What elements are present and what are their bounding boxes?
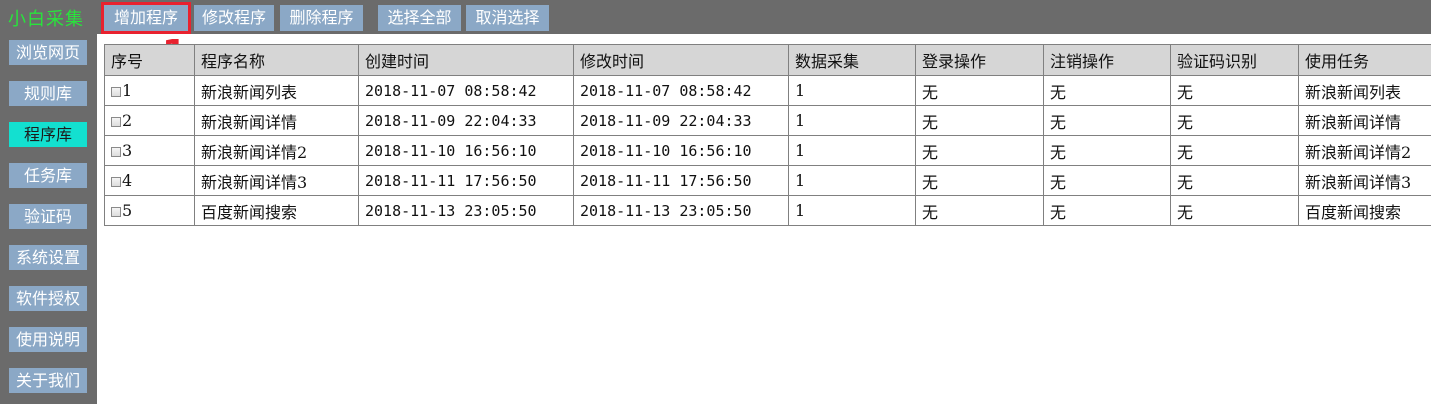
row-checkbox[interactable] [111, 207, 121, 217]
program-name-cell: 新浪新闻详情 [194, 105, 359, 136]
created-time-cell: 2018-11-13 23:05:50 [358, 195, 574, 226]
program-name-cell: 新浪新闻详情2 [194, 135, 359, 166]
table-row[interactable]: 5 百度新闻搜索 2018-11-13 23:05:50 2018-11-13 … [104, 195, 1431, 226]
row-id-cell: 1 [104, 75, 195, 106]
task-cell: 新浪新闻详情 [1298, 105, 1431, 136]
created-time-cell: 2018-11-09 22:04:33 [358, 105, 574, 136]
program-name-cell: 新浪新闻列表 [194, 75, 359, 106]
column-header[interactable]: 序号 [104, 44, 195, 76]
column-header[interactable]: 修改时间 [573, 44, 789, 76]
task-cell: 新浪新闻列表 [1298, 75, 1431, 106]
task-cell: 新浪新闻详情3 [1298, 165, 1431, 196]
row-checkbox[interactable] [111, 87, 121, 97]
logout-cell: 无 [1043, 75, 1171, 106]
modified-time-cell: 2018-11-09 22:04:33 [573, 105, 789, 136]
row-id: 1 [122, 81, 133, 100]
captcha-cell: 无 [1170, 165, 1299, 196]
select-all-button[interactable]: 选择全部 [378, 5, 461, 31]
sidebar-item-about[interactable]: 关于我们 [9, 368, 87, 393]
program-name-cell: 新浪新闻详情3 [194, 165, 359, 196]
modified-time-cell: 2018-11-10 16:56:10 [573, 135, 789, 166]
collect-cell: 1 [788, 165, 916, 196]
column-header[interactable]: 注销操作 [1043, 44, 1171, 76]
sidebar-item-rules[interactable]: 规则库 [9, 81, 87, 106]
row-id-cell: 5 [104, 195, 195, 226]
table-row[interactable]: 2 新浪新闻详情 2018-11-09 22:04:33 2018-11-09 … [104, 105, 1431, 136]
add-program-button[interactable]: 增加程序 [101, 2, 191, 34]
column-header[interactable]: 数据采集 [788, 44, 916, 76]
app-title: 小白采集 [8, 9, 84, 30]
modified-time-cell: 2018-11-11 17:56:50 [573, 165, 789, 196]
column-header[interactable]: 验证码识别 [1170, 44, 1299, 76]
row-id-cell: 4 [104, 165, 195, 196]
login-cell: 无 [915, 165, 1044, 196]
task-cell: 新浪新闻详情2 [1298, 135, 1431, 166]
row-checkbox[interactable] [111, 117, 121, 127]
delete-program-button[interactable]: 删除程序 [280, 5, 363, 31]
row-id-cell: 3 [104, 135, 195, 166]
row-id: 5 [122, 201, 133, 220]
collect-cell: 1 [788, 105, 916, 136]
program-table: 序号 程序名称 创建时间 修改时间 数据采集 登录操作 注销操作 验证码识别 使… [104, 44, 1431, 226]
edit-program-button[interactable]: 修改程序 [194, 5, 274, 31]
created-time-cell: 2018-11-10 16:56:10 [358, 135, 574, 166]
login-cell: 无 [915, 135, 1044, 166]
table-header-row: 序号 程序名称 创建时间 修改时间 数据采集 登录操作 注销操作 验证码识别 使… [104, 44, 1431, 76]
sidebar-item-license[interactable]: 软件授权 [9, 286, 87, 311]
row-id: 3 [122, 141, 133, 160]
column-header[interactable]: 使用任务 [1298, 44, 1431, 76]
login-cell: 无 [915, 195, 1044, 226]
sidebar-item-browse[interactable]: 浏览网页 [9, 40, 87, 65]
created-time-cell: 2018-11-07 08:58:42 [358, 75, 574, 106]
logout-cell: 无 [1043, 195, 1171, 226]
collect-cell: 1 [788, 135, 916, 166]
captcha-cell: 无 [1170, 135, 1299, 166]
column-header[interactable]: 登录操作 [915, 44, 1044, 76]
table-row[interactable]: 3 新浪新闻详情2 2018-11-10 16:56:10 2018-11-10… [104, 135, 1431, 166]
deselect-button[interactable]: 取消选择 [466, 5, 549, 31]
login-cell: 无 [915, 75, 1044, 106]
login-cell: 无 [915, 105, 1044, 136]
sidebar-item-tasks[interactable]: 任务库 [9, 163, 87, 188]
table-row[interactable]: 4 新浪新闻详情3 2018-11-11 17:56:50 2018-11-11… [104, 165, 1431, 196]
row-id: 2 [122, 111, 133, 130]
sidebar-item-settings[interactable]: 系统设置 [9, 245, 87, 270]
collect-cell: 1 [788, 195, 916, 226]
modified-time-cell: 2018-11-13 23:05:50 [573, 195, 789, 226]
logout-cell: 无 [1043, 105, 1171, 136]
captcha-cell: 无 [1170, 195, 1299, 226]
captcha-cell: 无 [1170, 105, 1299, 136]
sidebar-item-programs[interactable]: 程序库 [9, 122, 87, 147]
column-header[interactable]: 创建时间 [358, 44, 574, 76]
sidebar-item-captcha[interactable]: 验证码 [9, 204, 87, 229]
row-id-cell: 2 [104, 105, 195, 136]
collect-cell: 1 [788, 75, 916, 106]
logout-cell: 无 [1043, 135, 1171, 166]
program-name-cell: 百度新闻搜索 [194, 195, 359, 226]
logout-cell: 无 [1043, 165, 1171, 196]
row-checkbox[interactable] [111, 177, 121, 187]
column-header[interactable]: 程序名称 [194, 44, 359, 76]
task-cell: 百度新闻搜索 [1298, 195, 1431, 226]
captcha-cell: 无 [1170, 75, 1299, 106]
sidebar-item-manual[interactable]: 使用说明 [9, 327, 87, 352]
created-time-cell: 2018-11-11 17:56:50 [358, 165, 574, 196]
row-checkbox[interactable] [111, 147, 121, 157]
modified-time-cell: 2018-11-07 08:58:42 [573, 75, 789, 106]
table-row[interactable]: 1 新浪新闻列表 2018-11-07 08:58:42 2018-11-07 … [104, 75, 1431, 106]
row-id: 4 [122, 171, 133, 190]
